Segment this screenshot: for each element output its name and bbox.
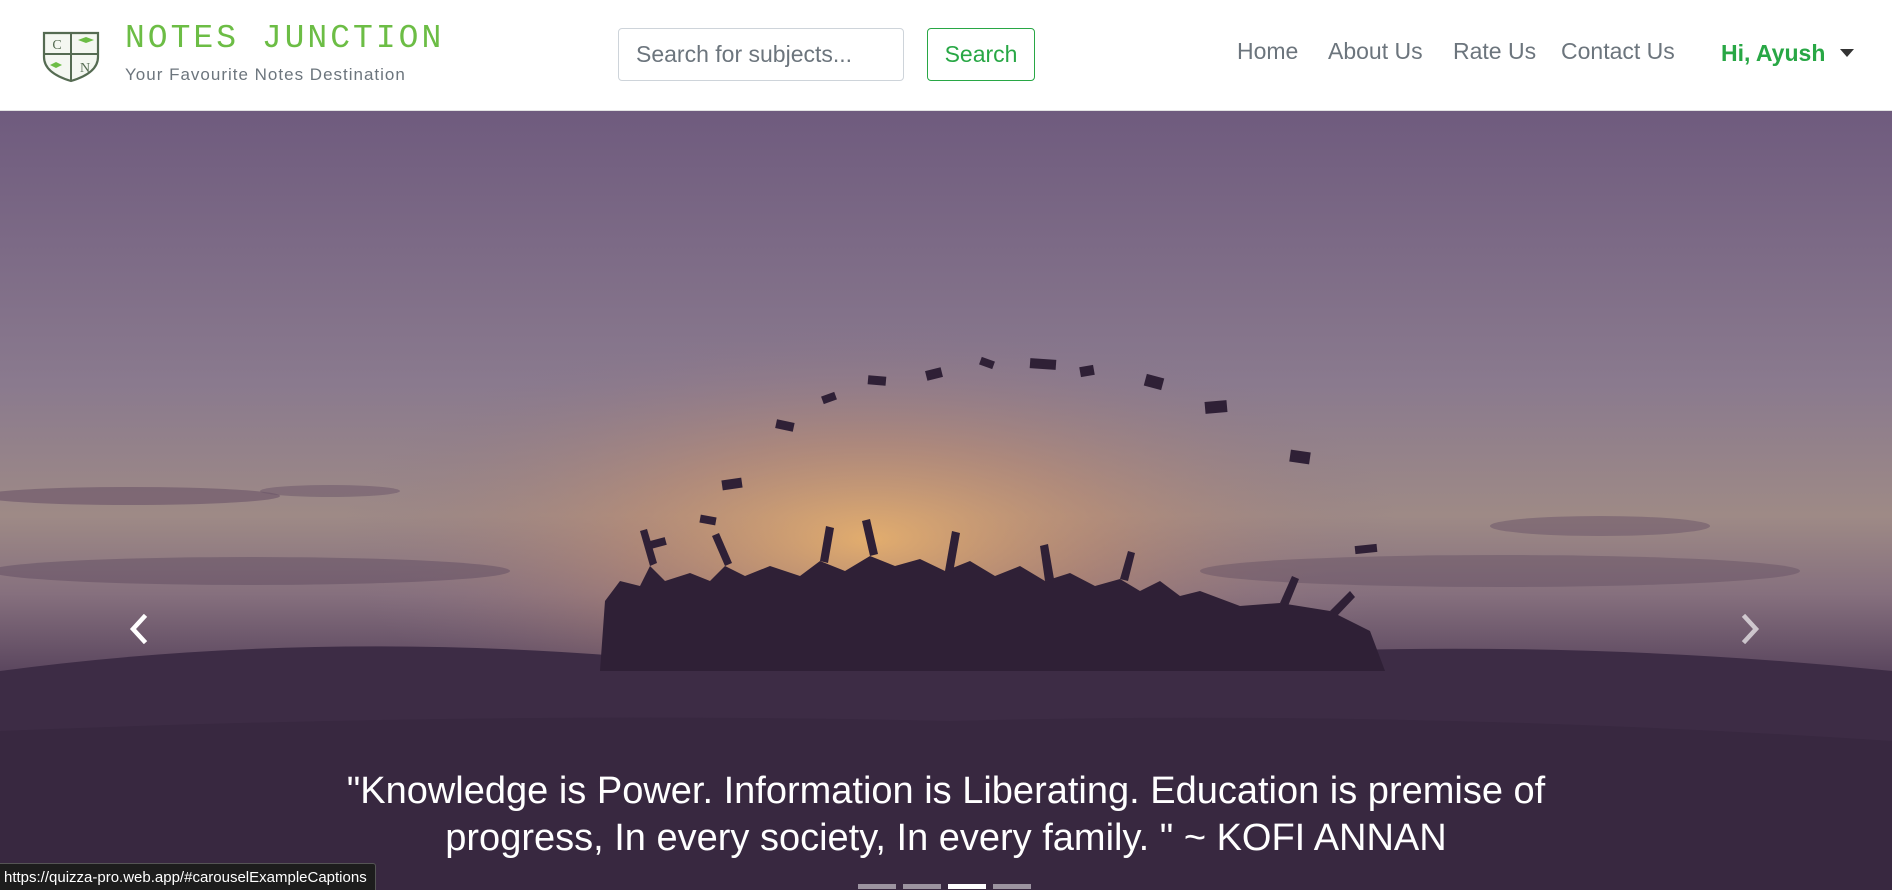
carousel-indicator-active[interactable] (948, 884, 986, 889)
user-menu-toggle[interactable]: Hi, Ayush (1721, 40, 1825, 67)
brand-logo-icon[interactable]: C N (40, 27, 102, 83)
svg-text:C: C (52, 38, 61, 53)
navbar: C N NOTES JUNCTION Your Favourite Notes … (0, 0, 1892, 111)
carousel-caption-line: "Knowledge is Power. Information is Libe… (346, 770, 1546, 812)
svg-text:N: N (80, 61, 90, 76)
search-button[interactable]: Search (927, 28, 1035, 81)
nav-link-contact-us[interactable]: Contact Us (1561, 38, 1675, 65)
carousel-caption-line: progress, In every society, In every fam… (445, 817, 1447, 859)
chevron-left-icon (129, 614, 148, 644)
nav-link-about-us[interactable]: About Us (1328, 38, 1423, 65)
caret-down-icon[interactable] (1840, 49, 1854, 57)
carousel-indicator[interactable] (858, 884, 896, 889)
chevron-right-icon (1741, 614, 1760, 644)
carousel-prev-button[interactable] (118, 604, 158, 654)
brand-tagline: Your Favourite Notes Destination (125, 65, 406, 84)
nav-link-rate-us[interactable]: Rate Us (1453, 38, 1536, 65)
search-input[interactable] (618, 28, 904, 81)
browser-status-url: https://quizza-pro.web.app/#carouselExam… (0, 863, 376, 890)
brand-name[interactable]: NOTES JUNCTION (125, 20, 444, 57)
carousel-caption: "Knowledge is Power. Information is Libe… (200, 768, 1692, 862)
carousel-next-button[interactable] (1731, 604, 1771, 654)
carousel-indicators (858, 884, 1031, 890)
carousel-indicator[interactable] (993, 884, 1031, 889)
carousel-indicator[interactable] (903, 884, 941, 889)
nav-link-home[interactable]: Home (1237, 38, 1298, 65)
